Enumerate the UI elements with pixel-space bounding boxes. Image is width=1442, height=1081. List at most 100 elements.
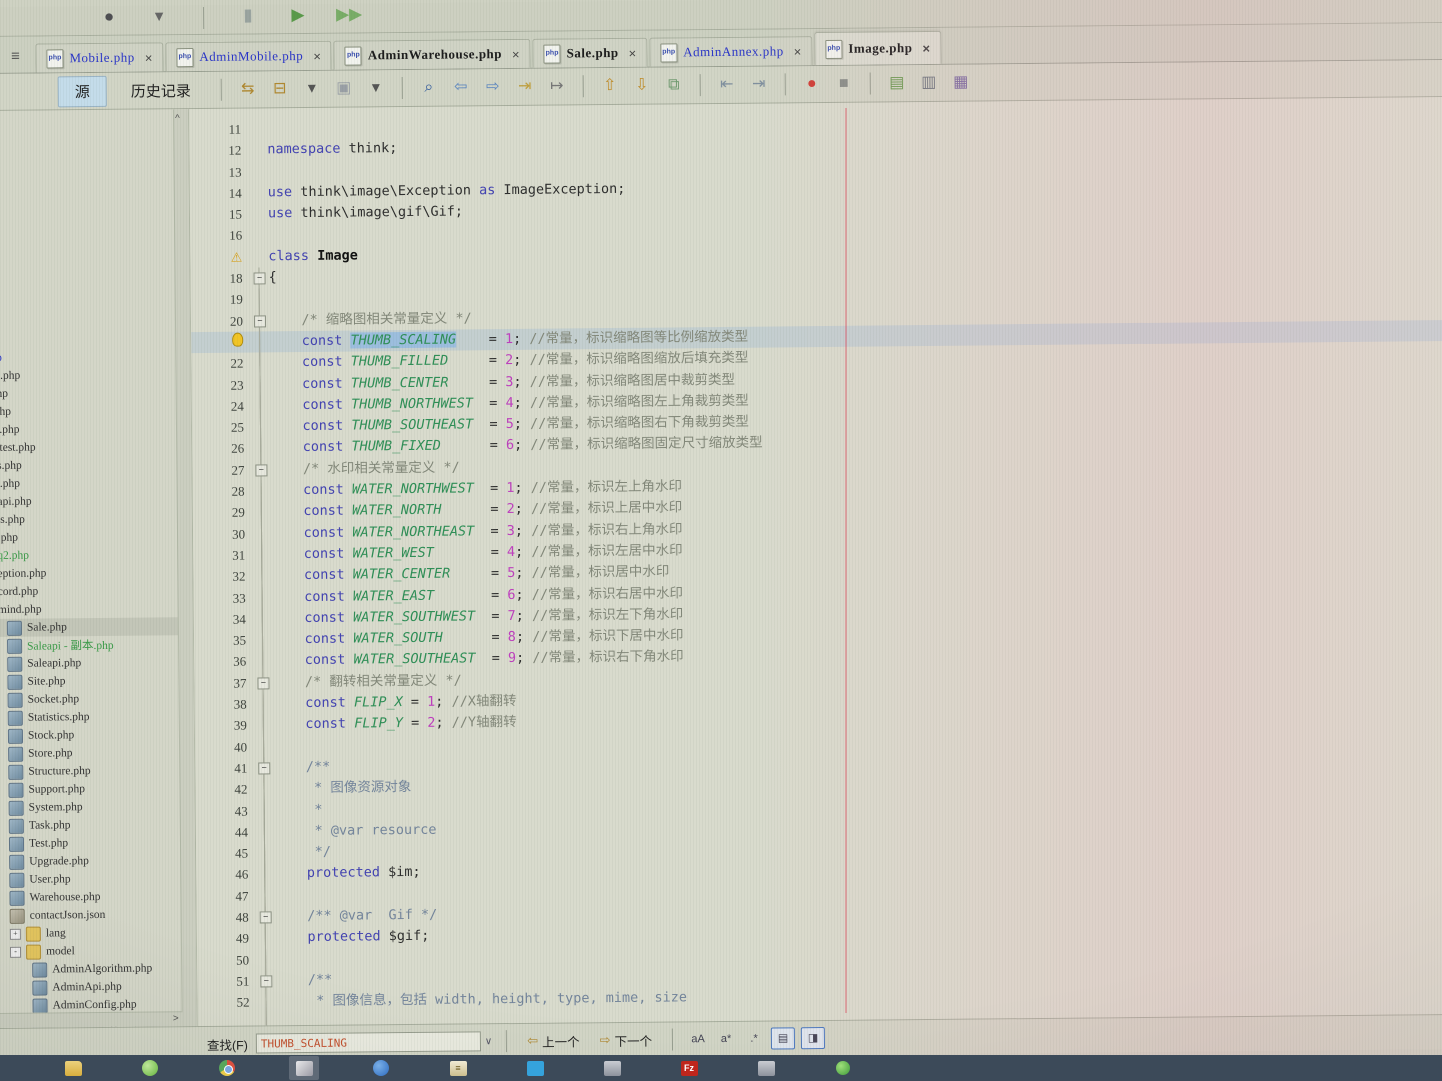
sidebar-item-lang[interactable]: +lang <box>0 923 181 943</box>
line-number[interactable]: 46 <box>196 864 256 886</box>
line-number[interactable]: 35 <box>194 630 254 652</box>
line-number[interactable]: 33 <box>194 587 254 609</box>
sidebar-item-Sale.php[interactable]: Sale.php <box>0 617 178 637</box>
line-number[interactable]: 39 <box>195 715 255 737</box>
tab-source[interactable]: 源 <box>58 75 107 106</box>
fold-collapse-icon[interactable]: − <box>254 272 266 284</box>
run-all-icon[interactable]: ▶▶ <box>336 5 362 29</box>
code-editor[interactable]: 1112namespace think;1314use think\image\… <box>189 97 1442 1026</box>
line-number[interactable]: 32 <box>193 566 253 588</box>
line-number[interactable]: 50 <box>197 949 257 971</box>
sidebar-item-AdminApi.php[interactable]: AdminApi.php <box>0 977 181 997</box>
line-number[interactable]: 52 <box>197 992 257 1014</box>
line-number[interactable]: 22 <box>191 353 251 375</box>
sidebar-item-aq2.php[interactable]: aq2.php <box>0 545 177 565</box>
browser-icon[interactable] <box>212 1056 242 1080</box>
close-icon[interactable]: × <box>629 45 637 60</box>
forward-icon[interactable]: ⇨ <box>481 75 505 99</box>
sidebar-item-np[interactable]: np <box>0 347 175 367</box>
close-icon[interactable]: × <box>794 44 802 59</box>
match-case-button[interactable]: aA <box>687 1029 709 1049</box>
sidebar-item-AdminAlgorithm.php[interactable]: AdminAlgorithm.php <box>0 959 181 979</box>
sidebar-item-contactJson.json[interactable]: contactJson.json <box>0 905 181 925</box>
line-number[interactable]: 23 <box>192 374 252 396</box>
line-number[interactable]: 25 <box>192 417 252 439</box>
line-number[interactable]: 36 <box>194 651 254 673</box>
sidebar-item-Upgrade.php[interactable]: Upgrade.php <box>0 851 180 871</box>
sidebar-item-Statistics.php[interactable]: Statistics.php <box>0 707 179 727</box>
line-number[interactable]: 15 <box>190 204 250 226</box>
collapse-all-icon[interactable]: ⊟ <box>268 77 292 101</box>
line-number[interactable]: 13 <box>189 161 249 183</box>
line-number[interactable]: 20 <box>191 310 251 332</box>
scroll-right-icon[interactable]: > <box>173 1013 179 1024</box>
sidebar-item-q.php[interactable]: q.php <box>0 527 177 547</box>
line-number[interactable]: 45 <box>196 843 256 865</box>
find-previous-button[interactable]: ⇦ 上一个 <box>521 1029 586 1053</box>
sidebar-item-ception.php[interactable]: ception.php <box>0 563 177 583</box>
line-number[interactable]: 18 <box>190 268 250 290</box>
sidebar-item-se.php[interactable]: se.php <box>0 365 176 385</box>
file-tree[interactable]: ppppnpse.phpphp.phpel.phpeltest.phpns.ph… <box>0 109 182 1028</box>
sidebar-item-p[interactable]: p <box>0 267 175 309</box>
line-number[interactable]: 41 <box>195 757 255 779</box>
sidebar-item-Warehouse.php[interactable]: Warehouse.php <box>0 887 181 907</box>
line-number[interactable]: ⚠ <box>190 246 250 268</box>
scroll-up-icon[interactable]: ^ <box>175 113 180 124</box>
tool-icon[interactable]: ▮ <box>236 6 260 30</box>
ide-cube-icon[interactable] <box>289 1056 319 1080</box>
sidebar-item-Structure.php[interactable]: Structure.php <box>0 761 179 781</box>
line-number[interactable]: 12 <box>189 140 249 162</box>
line-number[interactable]: 38 <box>195 694 255 716</box>
fold-collapse-icon[interactable]: − <box>254 315 266 327</box>
file-explorer-icon[interactable] <box>58 1056 88 1080</box>
incremental-search-button[interactable]: ◨ <box>801 1027 825 1049</box>
back-icon[interactable]: ⇦ <box>449 75 473 99</box>
expander-icon[interactable]: + <box>10 928 21 939</box>
dropdown-icon[interactable]: ▾ <box>147 7 171 31</box>
sidebar-item-Task.php[interactable]: Task.php <box>0 815 180 835</box>
sidebar-item-el.php[interactable]: el.php <box>0 419 176 439</box>
tim-messenger-icon[interactable] <box>520 1056 550 1080</box>
line-number[interactable]: 29 <box>193 502 253 524</box>
copy-elements-icon[interactable]: ⧉ <box>662 73 686 97</box>
find-next-button[interactable]: ⇨ 下一个 <box>594 1028 659 1052</box>
layout-icon[interactable]: ▣ <box>332 76 356 100</box>
sidebar-item-ics.php[interactable]: ics.php <box>0 509 177 529</box>
sidebar-item-System.php[interactable]: System.php <box>0 797 180 817</box>
line-number[interactable]: 48 <box>197 906 257 928</box>
line-number[interactable]: 44 <box>196 821 256 843</box>
line-number[interactable]: 51 <box>197 970 257 992</box>
line-number[interactable]: 42 <box>195 779 255 801</box>
sidebar-item-php[interactable]: php <box>0 383 176 403</box>
line-number[interactable]: 26 <box>192 438 252 460</box>
blue-app-icon[interactable] <box>366 1056 396 1080</box>
sidebar-item-emind.php[interactable]: emind.php <box>0 599 178 619</box>
sidebar-item-p[interactable]: p <box>0 307 175 349</box>
stack-frames-icon[interactable]: ▤ <box>885 71 909 95</box>
line-number[interactable]: 37 <box>194 672 254 694</box>
sidebar-item-ecord.php[interactable]: ecord.php <box>0 581 178 601</box>
sidebar-item-p[interactable]: p <box>0 227 174 269</box>
move-down-icon[interactable]: ⇩ <box>630 74 654 98</box>
sidebar-item-Store.php[interactable]: Store.php <box>0 743 179 763</box>
find-dropdown-icon[interactable]: ∨ <box>485 1036 492 1047</box>
line-number[interactable]: 24 <box>192 395 252 417</box>
sidebar-item-Site.php[interactable]: Site.php <box>0 671 179 691</box>
fold-collapse-icon[interactable]: − <box>260 975 272 987</box>
green-dot-icon[interactable] <box>828 1056 858 1080</box>
filezilla-icon[interactable]: Fz <box>674 1056 704 1080</box>
tab-Mobile.php[interactable]: phpMobile.php× <box>35 42 163 72</box>
line-number[interactable]: 19 <box>191 289 251 311</box>
tab-Image.php[interactable]: phpImage.php× <box>814 31 941 65</box>
fold-collapse-icon[interactable]: − <box>255 464 267 476</box>
database-icon[interactable]: ▦ <box>949 71 973 95</box>
record-icon[interactable]: ● <box>800 72 824 96</box>
line-number[interactable]: 49 <box>197 928 257 950</box>
sidebar-item-p[interactable]: p <box>0 187 174 229</box>
sphere-icon[interactable]: ● <box>97 8 121 32</box>
whole-word-button[interactable]: a* <box>715 1029 737 1049</box>
link-with-editor-icon[interactable]: ⇆ <box>236 77 260 101</box>
tab-history[interactable]: 历史记录 <box>115 75 207 105</box>
gray-app-icon[interactable] <box>597 1056 627 1080</box>
